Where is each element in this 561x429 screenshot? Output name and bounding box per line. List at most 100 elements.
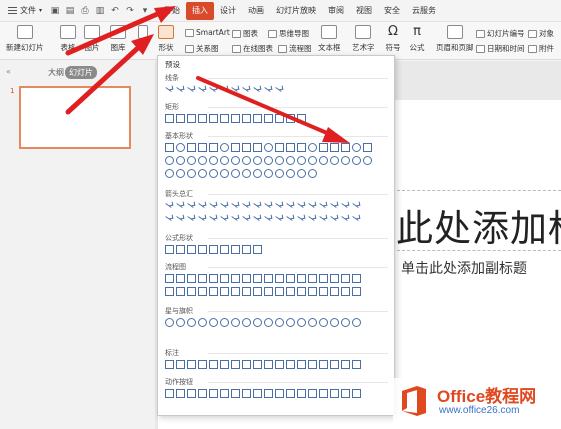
shape-item-icon[interactable] — [275, 274, 284, 283]
shape-item-icon[interactable] — [275, 389, 284, 398]
shape-item-icon[interactable] — [242, 114, 251, 123]
shape-item-icon[interactable] — [176, 274, 185, 283]
shape-item-icon[interactable] — [363, 143, 372, 152]
shape-item-icon[interactable] — [297, 318, 306, 327]
shape-item-icon[interactable] — [198, 245, 207, 254]
shape-item-icon[interactable] — [297, 169, 306, 178]
shape-item-icon[interactable] — [286, 143, 295, 152]
online-chart-button[interactable]: 在线图表 — [232, 43, 273, 54]
shape-item-icon[interactable] — [209, 214, 218, 223]
shape-item-icon[interactable] — [176, 114, 185, 123]
shape-item-icon[interactable] — [165, 389, 174, 398]
shape-item-icon[interactable] — [352, 156, 361, 165]
shape-item-icon[interactable] — [220, 318, 229, 327]
shape-item-icon[interactable] — [286, 114, 295, 123]
slide-thumbnail[interactable] — [19, 86, 131, 149]
shape-item-icon[interactable] — [275, 85, 284, 94]
shape-item-icon[interactable] — [187, 389, 196, 398]
shape-item-icon[interactable] — [297, 114, 306, 123]
shape-item-icon[interactable] — [220, 143, 229, 152]
shape-item-icon[interactable] — [319, 143, 328, 152]
shape-item-icon[interactable] — [165, 85, 174, 94]
datetime-button[interactable]: 日期和时间 — [476, 43, 525, 54]
shape-item-icon[interactable] — [286, 360, 295, 369]
slide-subtitle-placeholder[interactable]: 单击此处添加副标题 — [401, 258, 527, 278]
shape-item-icon[interactable] — [198, 114, 207, 123]
shape-item-icon[interactable] — [308, 287, 317, 296]
shape-item-icon[interactable] — [187, 156, 196, 165]
shape-item-icon[interactable] — [198, 85, 207, 94]
shape-item-icon[interactable] — [330, 274, 339, 283]
slide-title-placeholder[interactable]: 此处添加标 — [396, 198, 561, 252]
shape-item-icon[interactable] — [330, 214, 339, 223]
shape-item-icon[interactable] — [264, 85, 273, 94]
shape-item-icon[interactable] — [176, 143, 185, 152]
shape-item-icon[interactable] — [297, 360, 306, 369]
shape-item-icon[interactable] — [308, 360, 317, 369]
save-icon[interactable]: ▣ — [50, 6, 60, 16]
textbox-button[interactable]: 文本框 — [318, 25, 341, 53]
shape-item-icon[interactable] — [187, 318, 196, 327]
shape-item-icon[interactable] — [308, 201, 317, 210]
shape-item-icon[interactable] — [308, 274, 317, 283]
shape-item-icon[interactable] — [330, 201, 339, 210]
shape-item-icon[interactable] — [220, 389, 229, 398]
shape-item-icon[interactable] — [209, 201, 218, 210]
mindmap-button[interactable]: 思维导图 — [268, 28, 309, 39]
shape-item-icon[interactable] — [275, 287, 284, 296]
shape-item-icon[interactable] — [242, 201, 251, 210]
shape-item-icon[interactable] — [231, 169, 240, 178]
shape-item-icon[interactable] — [253, 156, 262, 165]
shape-item-icon[interactable] — [275, 214, 284, 223]
shape-item-icon[interactable] — [176, 389, 185, 398]
shape-item-icon[interactable] — [187, 169, 196, 178]
shape-item-icon[interactable] — [220, 156, 229, 165]
shape-item-icon[interactable] — [286, 201, 295, 210]
shape-item-icon[interactable] — [319, 360, 328, 369]
tab-home[interactable]: 开始 — [158, 2, 186, 20]
shape-item-icon[interactable] — [253, 214, 262, 223]
shape-item-icon[interactable] — [264, 287, 273, 296]
shape-item-icon[interactable] — [165, 360, 174, 369]
shape-item-icon[interactable] — [286, 169, 295, 178]
relation-button[interactable]: 关系图 — [185, 43, 219, 54]
shape-item-icon[interactable] — [220, 274, 229, 283]
shape-item-icon[interactable] — [341, 143, 350, 152]
shape-item-icon[interactable] — [231, 85, 240, 94]
shape-item-icon[interactable] — [242, 389, 251, 398]
shape-item-icon[interactable] — [264, 360, 273, 369]
shape-item-icon[interactable] — [341, 274, 350, 283]
shape-item-icon[interactable] — [165, 287, 174, 296]
shape-item-icon[interactable] — [242, 156, 251, 165]
shape-item-icon[interactable] — [253, 274, 262, 283]
header-footer-button[interactable]: 页眉和页脚 — [436, 25, 474, 53]
shape-item-icon[interactable] — [341, 214, 350, 223]
shape-item-icon[interactable] — [330, 287, 339, 296]
shape-item-icon[interactable] — [231, 201, 240, 210]
shape-item-icon[interactable] — [352, 360, 361, 369]
shape-item-icon[interactable] — [319, 274, 328, 283]
shape-item-icon[interactable] — [297, 143, 306, 152]
shape-item-icon[interactable] — [176, 318, 185, 327]
shape-item-icon[interactable] — [352, 318, 361, 327]
shape-item-icon[interactable] — [297, 201, 306, 210]
tab-slides[interactable]: 幻灯片 — [65, 66, 97, 79]
shape-item-icon[interactable] — [176, 245, 185, 254]
shape-item-icon[interactable] — [220, 169, 229, 178]
shape-item-icon[interactable] — [231, 274, 240, 283]
shape-item-icon[interactable] — [187, 143, 196, 152]
shape-item-icon[interactable] — [308, 169, 317, 178]
shape-item-icon[interactable] — [264, 114, 273, 123]
wordart-button[interactable]: 艺术字 — [352, 25, 375, 53]
shape-item-icon[interactable] — [220, 287, 229, 296]
shape-item-icon[interactable] — [198, 360, 207, 369]
flowchart-button[interactable]: 流程图 — [278, 43, 312, 54]
new-slide-button[interactable]: 新建幻灯片 — [6, 25, 44, 53]
shape-item-icon[interactable] — [209, 389, 218, 398]
shape-item-icon[interactable] — [297, 274, 306, 283]
shape-item-icon[interactable] — [286, 287, 295, 296]
shape-item-icon[interactable] — [352, 274, 361, 283]
shape-item-icon[interactable] — [209, 287, 218, 296]
file-menu[interactable]: 文件 ▾ — [4, 2, 46, 20]
shape-item-icon[interactable] — [264, 201, 273, 210]
